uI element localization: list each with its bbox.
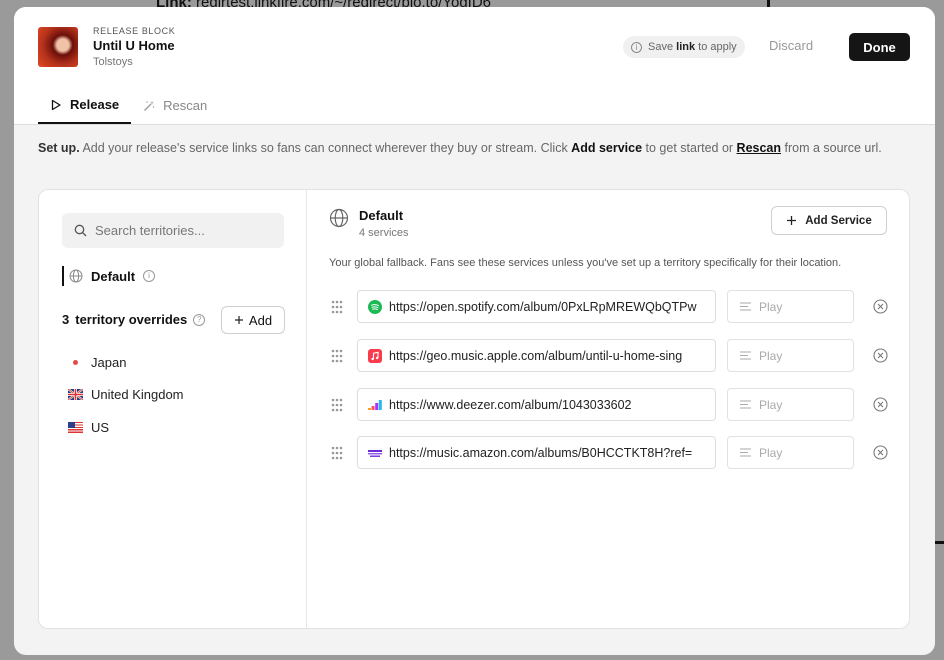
lines-icon [740,351,751,360]
territory-search [62,213,284,248]
action-select[interactable]: Play [727,388,854,421]
search-input[interactable] [95,223,275,238]
us-flag-icon [68,422,83,433]
service-url-input[interactable] [389,445,709,460]
overrides-count: 3 [62,312,70,327]
action-select[interactable]: Play [727,339,854,372]
uk-flag-icon [68,389,83,400]
action-label: Play [759,445,783,460]
globe-icon [329,208,349,228]
globe-icon [69,269,83,283]
remove-icon[interactable] [873,348,888,363]
tab-rescan[interactable]: Rescan [131,87,219,124]
sidebar-item-default[interactable]: Default i [62,266,156,286]
action-select[interactable]: Play [727,436,854,469]
add-label: Add [248,312,273,328]
tab-label: Release [70,97,120,112]
territory-sidebar: Default i 3 territory overrides ? Add Ja… [39,190,307,628]
drag-handle-icon[interactable] [331,300,343,314]
discard-button[interactable]: Discard [769,38,813,53]
apple-music-icon [368,348,382,363]
lines-icon [740,400,751,409]
panel-header: Default 4 services [329,208,409,239]
drag-handle-icon[interactable] [331,446,343,460]
amazon-music-icon [368,449,382,457]
services-count: 4 services [359,227,409,239]
add-service-label: Add Service [805,214,872,227]
service-url-field [357,339,716,372]
done-button[interactable]: Done [849,33,910,61]
lines-icon [740,302,751,311]
service-row-deezer: Play [329,388,889,421]
tab-bar: Release Rescan [38,87,219,125]
service-url-input[interactable] [389,397,709,412]
deezer-icon [368,399,382,410]
magic-wand-icon [144,100,155,111]
background-divider [934,541,944,544]
action-label: Play [759,348,783,363]
service-row-amazon-music: Play [329,436,889,469]
sidebar-item-united-kingdom[interactable]: United Kingdom [68,387,184,402]
service-url-input[interactable] [389,299,709,314]
background-divider [767,0,770,7]
default-services-panel: Default 4 services Add Service Your glob… [307,190,909,628]
drag-handle-icon[interactable] [331,349,343,363]
action-label: Play [759,397,783,412]
save-hint-text: Save link to apply [648,41,737,53]
save-hint: i Save link to apply [623,36,745,58]
release-block-modal: RELEASE BLOCK Until U Home Tolstoys i Sa… [14,7,935,655]
spotify-icon [368,299,382,314]
action-select[interactable]: Play [727,290,854,323]
play-icon [51,99,61,110]
remove-icon[interactable] [873,397,888,412]
japan-flag-icon [68,357,83,368]
add-service-button[interactable]: Add Service [771,206,887,235]
territory-name: United Kingdom [91,387,184,402]
release-artist: Tolstoys [93,56,133,68]
search-icon [74,224,87,237]
setup-instructions: Set up. Add your release's service links… [38,141,882,155]
service-row-apple-music: Play [329,339,889,372]
tab-release[interactable]: Release [38,87,132,124]
fallback-description: Your global fallback. Fans see these ser… [329,257,842,269]
service-url-field [357,290,716,323]
territory-name: Japan [91,355,127,370]
tab-label: Rescan [163,98,208,113]
info-icon: i [631,41,642,53]
drag-handle-icon[interactable] [331,398,343,412]
action-label: Play [759,299,783,314]
territories-panel: Default i 3 territory overrides ? Add Ja… [38,189,910,629]
overrides-heading: 3 territory overrides ? [62,312,206,327]
rescan-link[interactable]: Rescan [737,141,781,155]
help-icon[interactable]: ? [193,313,206,326]
sidebar-item-japan[interactable]: Japan [68,355,126,370]
remove-icon[interactable] [873,445,888,460]
service-url-field [357,436,716,469]
remove-icon[interactable] [873,299,888,314]
service-row-spotify: Play [329,290,889,323]
service-url-input[interactable] [389,348,709,363]
lines-icon [740,448,751,457]
territory-name: US [91,420,110,435]
panel-title: Default [359,208,404,223]
overrides-label: territory overrides [75,312,188,327]
sidebar-item-us[interactable]: US [68,420,109,435]
service-url-field [357,388,716,421]
add-territory-button[interactable]: Add [221,306,285,334]
default-label: Default [91,268,136,284]
header-divider [14,124,935,125]
block-kicker: RELEASE BLOCK [93,26,176,36]
plus-icon [787,216,797,225]
album-cover [38,27,78,67]
info-icon[interactable]: i [143,270,156,282]
modal-header: RELEASE BLOCK Until U Home Tolstoys i Sa… [14,7,935,125]
release-title: Until U Home [93,38,175,53]
plus-icon [234,316,243,324]
